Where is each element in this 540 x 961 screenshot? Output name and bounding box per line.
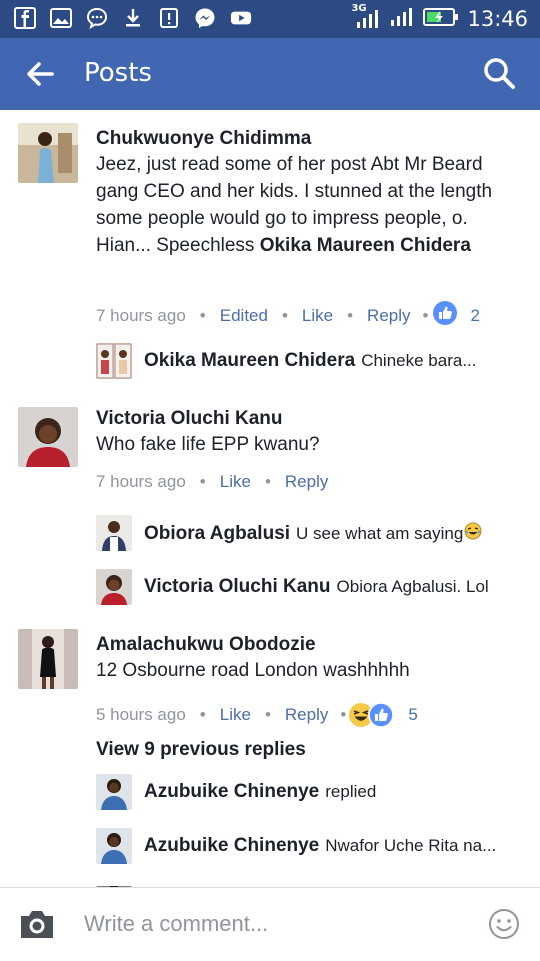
- separator-dot: •: [264, 472, 271, 491]
- search-icon[interactable]: [482, 56, 516, 90]
- avatar[interactable]: [18, 407, 78, 467]
- signal-3g-icon: 3G: [351, 3, 381, 29]
- avatar[interactable]: [96, 569, 132, 605]
- reply-author[interactable]: Obiora Agbalusi: [144, 523, 290, 545]
- reply-author[interactable]: Azubuike Chinenye: [144, 781, 319, 803]
- avatar[interactable]: [18, 629, 78, 689]
- like-button[interactable]: Like: [220, 472, 251, 492]
- network-type-label: 3G: [351, 3, 367, 14]
- reply-button[interactable]: Reply: [367, 306, 410, 326]
- reply-text: Obiora Agbalusi. Lol: [336, 577, 489, 596]
- separator-dot: •: [422, 305, 429, 325]
- reply-author[interactable]: Okika Maureen Chidera: [144, 350, 355, 372]
- youtube-icon: [230, 7, 252, 29]
- like-button[interactable]: Like: [302, 306, 333, 326]
- app-header: Posts: [0, 38, 540, 110]
- laughing-emoji-icon: [464, 522, 482, 545]
- reply-preview[interactable]: Victoria Oluchi Kanu Obiora Agbalusi. Lo…: [144, 576, 489, 598]
- comment-author[interactable]: Victoria Oluchi Kanu: [96, 408, 283, 430]
- messenger-icon: [194, 7, 216, 29]
- timestamp: 7 hours ago: [96, 472, 186, 491]
- separator-dot: •: [264, 705, 271, 724]
- reply-button[interactable]: Reply: [285, 705, 328, 725]
- gallery-icon: [50, 7, 72, 29]
- avatar[interactable]: [96, 343, 132, 379]
- battery-charging-icon: [423, 7, 459, 32]
- mention-link[interactable]: Okika Maureen Chidera: [260, 235, 471, 256]
- timestamp: 5 hours ago: [96, 705, 186, 724]
- reaction-count[interactable]: 5: [408, 705, 417, 725]
- timestamp: 7 hours ago: [96, 305, 186, 325]
- clock: 13:46: [467, 7, 528, 31]
- avatar[interactable]: [96, 515, 132, 551]
- separator-dot: •: [199, 705, 206, 724]
- reply-author[interactable]: Victoria Oluchi Kanu: [144, 576, 331, 598]
- avatar[interactable]: [18, 123, 78, 183]
- comment-meta: 7 hours ago • Edited • Like • Reply • 2: [96, 300, 480, 331]
- like-button[interactable]: Like: [220, 705, 251, 725]
- avatar[interactable]: [96, 880, 132, 887]
- status-bar: 3G 13:46: [0, 0, 540, 38]
- back-arrow-icon[interactable]: [22, 56, 58, 92]
- view-previous-replies-link[interactable]: View 9 previous replies: [96, 739, 306, 761]
- reply-preview[interactable]: Okika Maureen Chidera Chineke bara...: [144, 350, 477, 372]
- alert-icon: [158, 7, 180, 29]
- separator-dot: •: [340, 705, 347, 724]
- like-reaction-icon[interactable]: [368, 702, 395, 728]
- chat-bubble-icon: [86, 7, 108, 29]
- facebook-notification-icon: [14, 7, 36, 29]
- separator-dot: •: [281, 305, 288, 325]
- comment-author[interactable]: Chukwuonye Chidimma: [96, 128, 311, 150]
- reply-button[interactable]: Reply: [285, 472, 328, 492]
- signal-bars-icon: [389, 7, 415, 32]
- camera-icon[interactable]: [18, 907, 56, 941]
- comment-input[interactable]: Write a comment...: [84, 911, 268, 937]
- emoji-icon[interactable]: [488, 908, 520, 940]
- page-title: Posts: [84, 58, 152, 88]
- comment-text: Jeez, just read some of her post Abt Mr …: [96, 151, 516, 259]
- comment-author[interactable]: Amalachukwu Obodozie: [96, 634, 316, 656]
- edited-label[interactable]: Edited: [220, 306, 268, 326]
- separator-dot: •: [199, 305, 206, 325]
- comment-text: Who fake life EPP kwanu?: [96, 434, 320, 455]
- separator-dot: •: [347, 305, 354, 325]
- comment-meta: 5 hours ago • Like • Reply • 5: [96, 702, 418, 728]
- reply-text: replied: [325, 782, 377, 801]
- reply-preview[interactable]: Azubuike Chinenye replied: [144, 781, 376, 803]
- reply-text: U see what am saying: [296, 523, 464, 543]
- reaction-count[interactable]: 2: [470, 306, 479, 326]
- avatar[interactable]: [96, 828, 132, 864]
- comment-composer: Write a comment...: [0, 887, 540, 961]
- like-reaction-icon[interactable]: [432, 300, 458, 331]
- reply-preview[interactable]: Obiora Agbalusi U see what am saying: [144, 522, 482, 545]
- reply-preview[interactable]: Azubuike Chinenye Nwafor Uche Rita na...: [144, 835, 496, 857]
- reply-text: Nwafor Uche Rita na...: [325, 836, 497, 855]
- reply-author[interactable]: Azubuike Chinenye: [144, 835, 319, 857]
- download-icon: [122, 7, 144, 29]
- comment-text: 12 Osbourne road London washhhhh: [96, 660, 410, 681]
- avatar[interactable]: [96, 774, 132, 810]
- separator-dot: •: [199, 472, 206, 491]
- reply-text: Chineke bara...: [361, 351, 477, 370]
- comment-meta: 7 hours ago • Like • Reply: [96, 472, 328, 492]
